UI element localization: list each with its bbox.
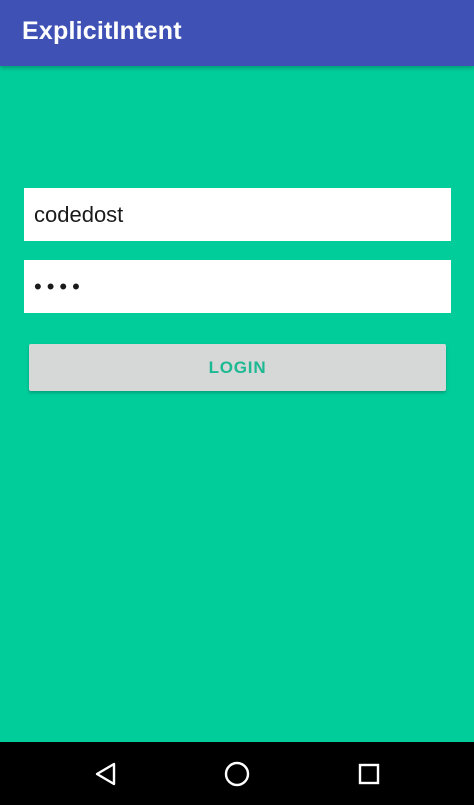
app-bar: ExplicitIntent bbox=[0, 0, 474, 66]
username-field[interactable] bbox=[24, 188, 451, 241]
app-screen: ExplicitIntent LOGIN bbox=[0, 0, 474, 805]
username-input[interactable] bbox=[34, 201, 441, 228]
recent-apps-square-icon bbox=[358, 763, 380, 785]
back-triangle-icon bbox=[95, 762, 116, 786]
login-button[interactable]: LOGIN bbox=[29, 344, 446, 391]
home-button[interactable] bbox=[217, 754, 257, 794]
back-button[interactable] bbox=[86, 754, 126, 794]
recent-apps-button[interactable] bbox=[349, 754, 389, 794]
app-title: ExplicitIntent bbox=[22, 17, 182, 45]
home-circle-icon bbox=[224, 761, 250, 787]
password-field[interactable] bbox=[24, 260, 451, 313]
password-input[interactable] bbox=[34, 273, 441, 300]
system-nav-bar bbox=[0, 742, 474, 805]
